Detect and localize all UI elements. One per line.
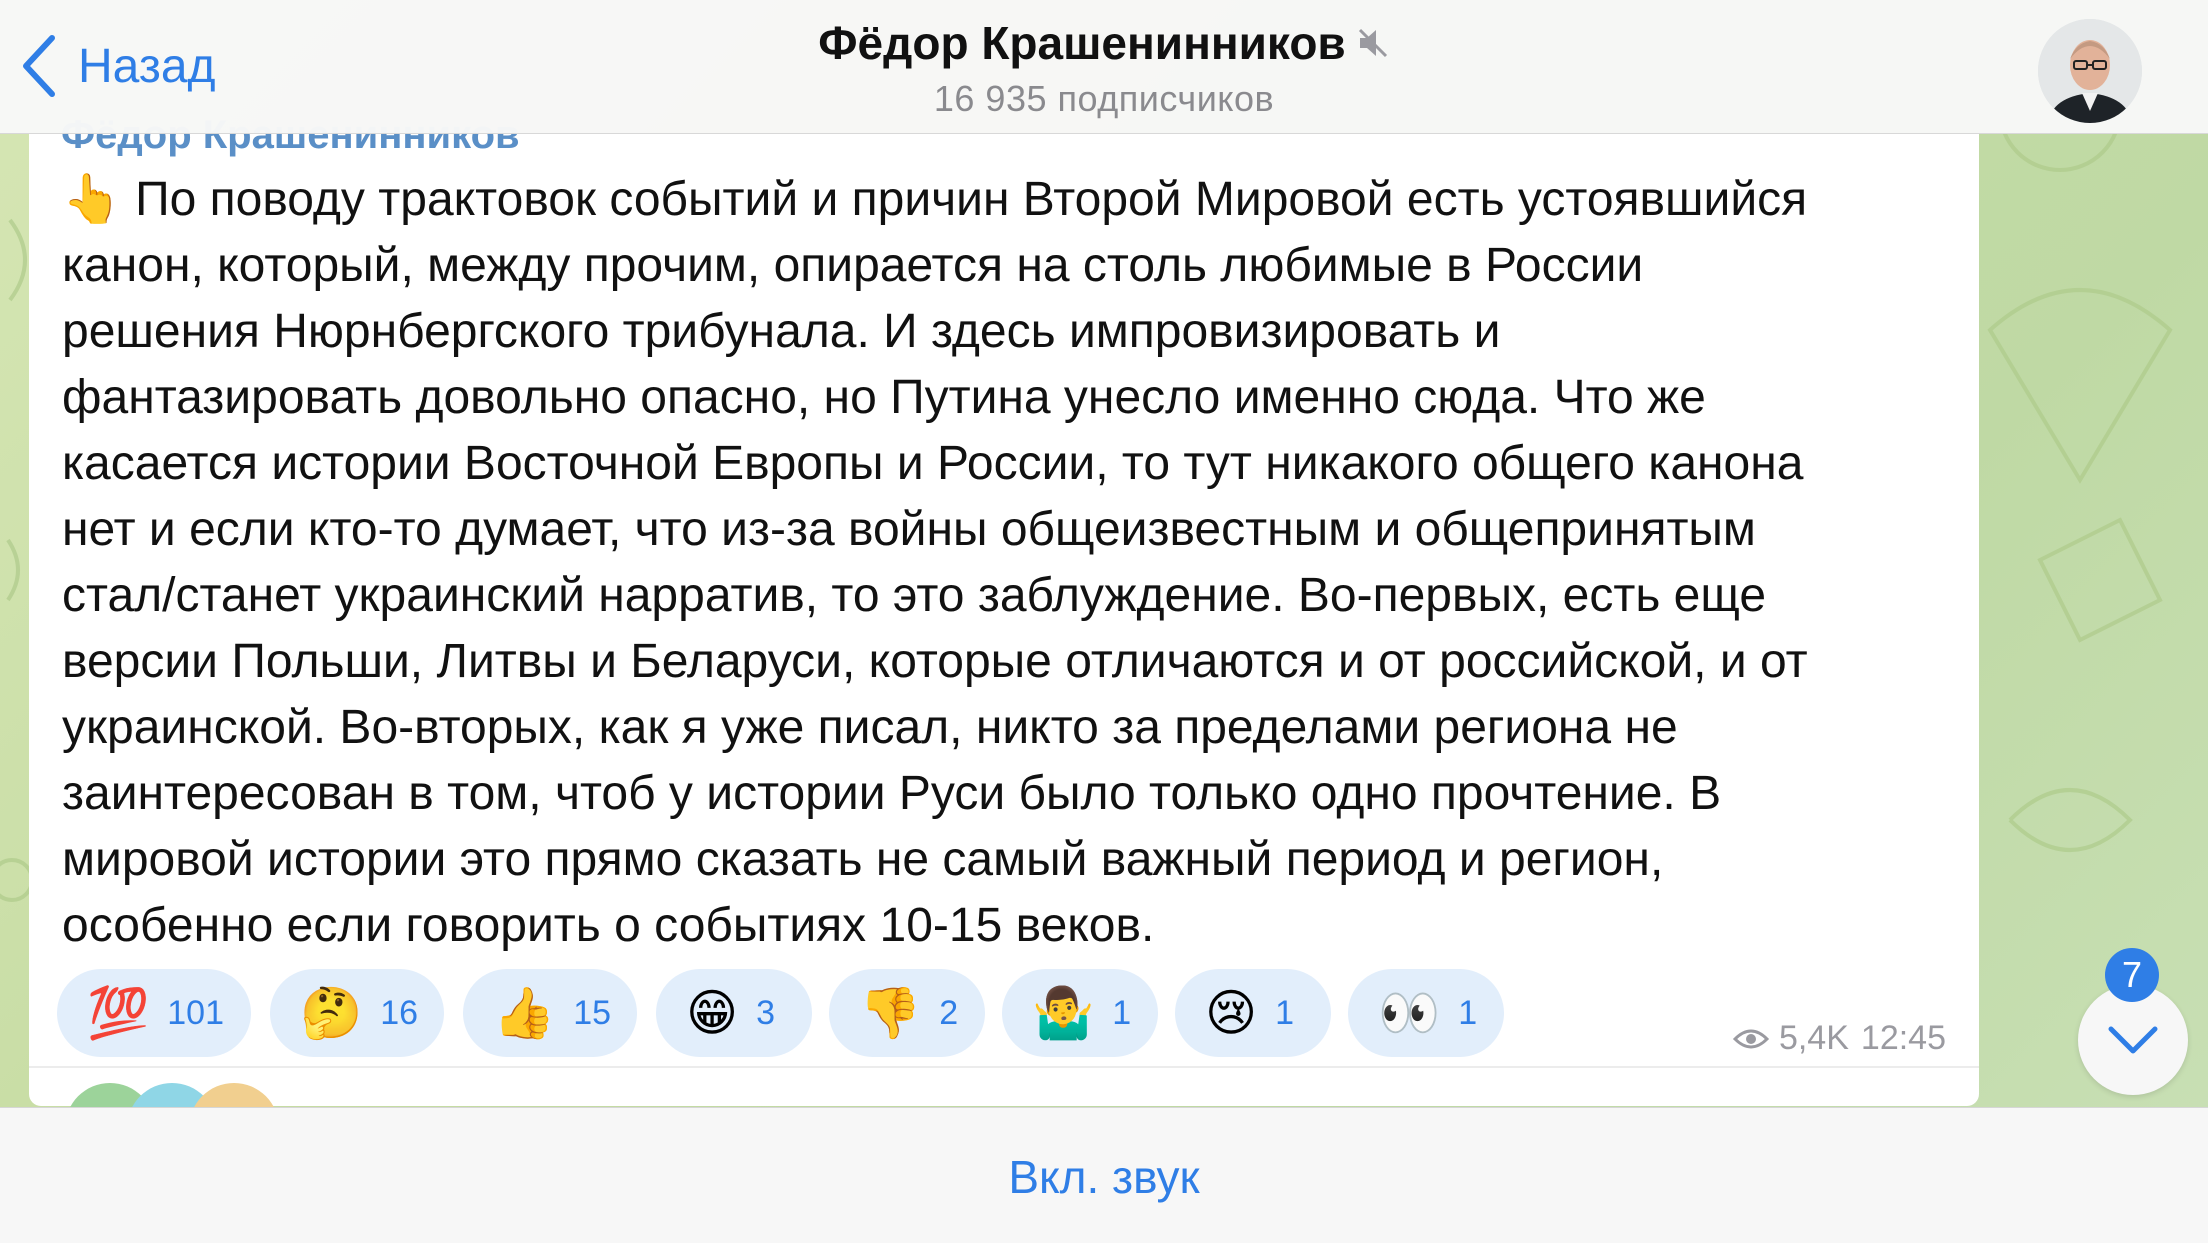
- message-line: 👆 По поводу трактовок событий и причин В…: [62, 173, 1808, 226]
- subscriber-count: 16 935 подписчиков: [933, 78, 1275, 119]
- chevron-down-icon: [2108, 1026, 2158, 1054]
- message-line: решения Нюрнбергского трибунала. И здесь…: [62, 305, 1501, 358]
- thumbs-down-icon: 👎: [859, 985, 922, 1041]
- message-line: канон, который, между прочим, опирается …: [62, 239, 1644, 292]
- crying-face-icon: 😢: [1205, 985, 1258, 1041]
- reaction-count: 1: [1458, 993, 1478, 1032]
- shrug-icon: 🤷‍♂️: [1032, 985, 1095, 1041]
- message-text: 👆 По поводу трактовок событий и причин В…: [62, 167, 1982, 959]
- message-line: украинской. Во-вторых, как я уже писал, …: [62, 701, 1678, 754]
- unread-badge: 7: [2105, 948, 2159, 1002]
- message-time: 12:45: [1860, 1019, 1946, 1057]
- message-line: особенно если говорить о событиях 10-15 …: [62, 899, 1155, 952]
- reaction-crying[interactable]: 😢 1: [1175, 969, 1331, 1057]
- message-line: касается истории Восточной Европы и Росс…: [62, 437, 1804, 490]
- reaction-eyes[interactable]: 👀 1: [1348, 969, 1504, 1057]
- message-line: версии Польши, Литвы и Беларуси, которые…: [62, 635, 1808, 688]
- reaction-shrug[interactable]: 🤷‍♂️ 1: [1002, 969, 1158, 1057]
- message-line: нет и если кто-то думает, что из-за войн…: [62, 503, 1756, 556]
- channel-name-row: Фёдор Крашенинников: [818, 16, 1389, 70]
- reaction-count: 1: [1275, 993, 1295, 1032]
- reaction-count: 1: [1112, 993, 1132, 1032]
- message-meta: 5,4K 12:45: [1732, 1019, 1946, 1058]
- unmute-button[interactable]: Вкл. звук: [0, 1150, 2208, 1204]
- message-line: заинтересован в том, чтоб у истории Руси…: [62, 767, 1722, 820]
- thumbs-up-icon: 👍: [493, 985, 556, 1041]
- reaction-count: 16: [380, 993, 419, 1032]
- reaction-thumbs-up[interactable]: 👍 15: [463, 969, 637, 1057]
- bottom-bar: Вкл. звук: [0, 1107, 2208, 1243]
- muted-icon: [1358, 28, 1387, 58]
- grinning-face-icon: 😁: [686, 985, 739, 1041]
- hundred-points-icon: 💯: [87, 985, 150, 1041]
- nav-header: Назад Фёдор Крашенинников 16 935 подписч…: [0, 0, 2208, 134]
- view-count: 5,4K: [1778, 1019, 1849, 1057]
- message-bubble: Фёдор Крашенинников 👆 По поводу трактово…: [29, 113, 1982, 1173]
- reaction-count: 3: [756, 993, 776, 1032]
- message-line: фантазировать довольно опасно, но Путина…: [62, 371, 1706, 424]
- reaction-count: 101: [167, 993, 224, 1032]
- reaction-grin[interactable]: 😁 3: [656, 969, 812, 1057]
- channel-name: Фёдор Крашенинников: [818, 17, 1346, 69]
- channel-title-block[interactable]: Фёдор Крашенинников 16 935 подписчиков: [0, 16, 2208, 120]
- reaction-thinking[interactable]: 🤔 16: [270, 969, 444, 1057]
- reaction-count: 2: [939, 993, 959, 1032]
- reaction-hundred[interactable]: 💯 101: [57, 969, 251, 1057]
- eye-icon: [1732, 1029, 1769, 1048]
- avatar-photo: [2038, 19, 2142, 123]
- thinking-face-icon: 🤔: [300, 985, 363, 1041]
- channel-avatar[interactable]: [2038, 19, 2142, 123]
- comments-divider: [29, 1066, 1979, 1068]
- message-line: мировой истории это прямо сказать не сам…: [62, 833, 1664, 886]
- reaction-count: 15: [573, 993, 612, 1032]
- message-line: стал/станет украинский нарратив, то это …: [62, 569, 1767, 622]
- eyes-icon: 👀: [1378, 985, 1441, 1041]
- reaction-thumbs-down[interactable]: 👎 2: [829, 969, 985, 1057]
